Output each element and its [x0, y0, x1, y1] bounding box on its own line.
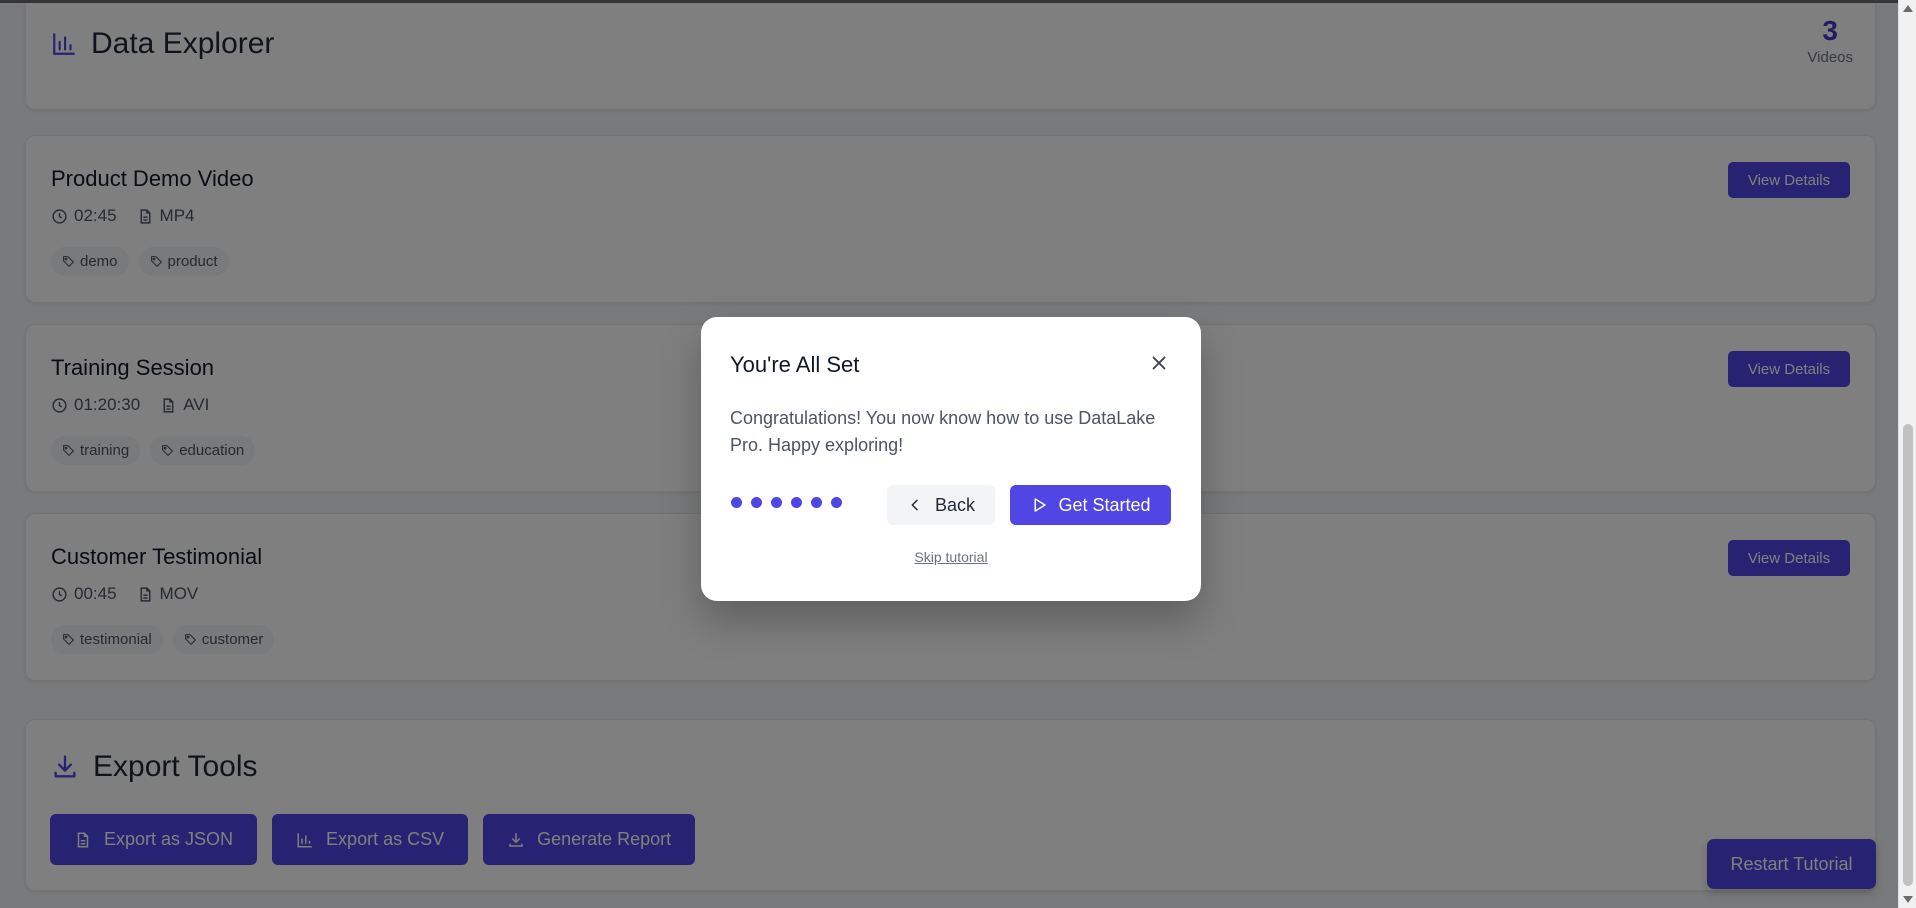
- back-button[interactable]: Back: [887, 485, 995, 525]
- vertical-scrollbar[interactable]: [1898, 0, 1916, 908]
- close-icon: [1148, 352, 1170, 374]
- step-dot: [811, 497, 822, 508]
- modal-body: Congratulations! You now know how to use…: [730, 408, 1156, 455]
- get-started-button[interactable]: Get Started: [1010, 485, 1171, 525]
- chevron-left-icon: [907, 497, 923, 513]
- close-button[interactable]: [1147, 352, 1171, 376]
- step-dot: [831, 497, 842, 508]
- modal-title: You're All Set: [730, 352, 860, 377]
- step-dot: [791, 497, 802, 508]
- step-indicator: [731, 497, 842, 508]
- skip-tutorial-link[interactable]: Skip tutorial: [701, 549, 1201, 565]
- get-started-label: Get Started: [1058, 494, 1151, 515]
- scroll-down-arrow-icon[interactable]: [1903, 896, 1913, 903]
- step-dot: [771, 497, 782, 508]
- scroll-up-arrow-icon[interactable]: [1903, 5, 1913, 12]
- back-label: Back: [934, 494, 976, 515]
- play-icon: [1030, 496, 1048, 514]
- step-dot: [751, 497, 762, 508]
- scrollbar-thumb[interactable]: [1903, 424, 1913, 886]
- step-dot: [731, 497, 742, 508]
- tutorial-modal: You're All Set Congratulations! You now …: [701, 317, 1201, 601]
- app-page: Data Explorer 3 Videos Product Demo Vide…: [0, 0, 1898, 908]
